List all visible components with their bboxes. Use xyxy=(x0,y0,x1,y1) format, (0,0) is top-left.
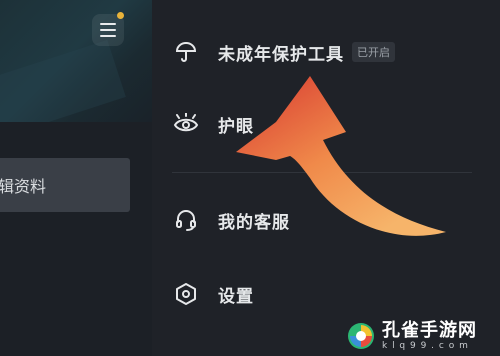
menu-item-settings[interactable]: 设置 xyxy=(172,276,254,312)
menu-item-label: 我的客服 xyxy=(218,212,290,233)
eye-icon xyxy=(172,110,200,138)
menu-item-label: 设置 xyxy=(218,286,254,307)
menu-item-minor-protection[interactable]: 未成年保护工具 已开启 xyxy=(172,34,395,70)
watermark-title: 孔雀手游网 xyxy=(382,320,477,341)
menu-button[interactable] xyxy=(92,12,124,46)
menu-item-eye-protection[interactable]: 护眼 xyxy=(172,106,254,142)
peacock-logo-icon xyxy=(348,323,374,349)
notification-dot xyxy=(117,12,124,19)
umbrella-icon xyxy=(172,38,200,66)
edit-profile-label: 辑资料 xyxy=(0,177,47,196)
profile-header-background xyxy=(0,0,152,122)
menu-item-customer-service[interactable]: 我的客服 xyxy=(172,202,290,238)
watermark-url: k l q 9 9 . c o m xyxy=(382,341,469,351)
menu-item-label: 未成年保护工具 xyxy=(218,44,344,65)
left-panel: 辑资料 xyxy=(0,0,152,356)
menu-divider xyxy=(172,172,472,173)
edit-profile-button[interactable]: 辑资料 xyxy=(0,158,130,212)
site-watermark: 孔雀手游网 k l q 9 9 . c o m xyxy=(346,318,496,354)
hamburger-icon xyxy=(100,23,116,37)
status-badge: 已开启 xyxy=(352,42,395,62)
settings-hexagon-icon xyxy=(172,280,200,308)
menu-item-label: 护眼 xyxy=(218,116,254,137)
headset-icon xyxy=(172,206,200,234)
